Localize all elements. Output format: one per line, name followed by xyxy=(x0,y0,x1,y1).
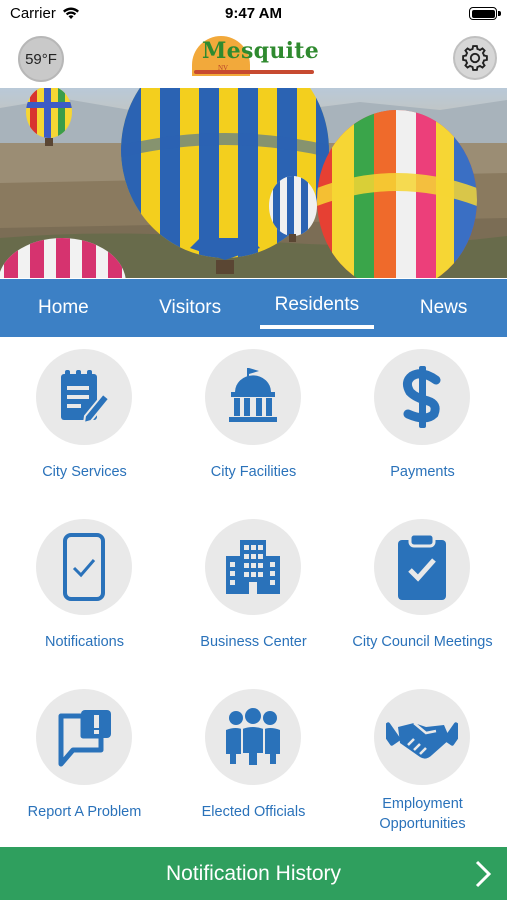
tile-label: Elected Officials xyxy=(201,804,306,820)
tile-icon-circle xyxy=(36,689,132,785)
tile-label: Employment Opportunities xyxy=(379,796,466,832)
tab-home-label: Home xyxy=(38,297,89,318)
gear-icon xyxy=(462,45,488,71)
notification-history-button[interactable]: Notification History xyxy=(0,847,507,900)
tab-visitors-label: Visitors xyxy=(159,297,222,318)
residents-menu-grid: City Services City Facilities Payments N… xyxy=(0,337,507,847)
phone-check-icon xyxy=(63,533,105,601)
tile-payments[interactable]: Payments xyxy=(338,337,507,507)
tile-icon-circle xyxy=(36,349,132,445)
balloon-scene xyxy=(0,88,507,278)
clipboard-check-icon xyxy=(398,532,446,600)
tile-icon-circle xyxy=(205,689,301,785)
tile-label: Business Center xyxy=(200,634,307,650)
logo-sub: NV xyxy=(218,64,229,72)
tile-city-services[interactable]: City Services xyxy=(0,337,169,507)
battery-icon xyxy=(469,7,501,20)
office-building-icon xyxy=(226,540,280,594)
government-building-icon xyxy=(229,368,277,422)
hero-image-balloons xyxy=(0,88,507,278)
tile-icon-circle xyxy=(36,519,132,615)
tile-label: City Services xyxy=(42,464,127,480)
tile-label: Report A Problem xyxy=(27,804,142,820)
tile-report-a-problem[interactable]: Report A Problem xyxy=(0,677,169,847)
tile-notifications[interactable]: Notifications xyxy=(0,507,169,677)
logo-band xyxy=(194,70,314,74)
tile-label: City Facilities xyxy=(210,464,297,480)
tile-icon-circle xyxy=(374,689,470,785)
status-bar: Carrier 9:47 AM xyxy=(0,0,507,28)
tile-elected-officials[interactable]: Elected Officials xyxy=(169,677,338,847)
logo-text: Mesquite xyxy=(202,38,320,64)
chevron-right-icon xyxy=(475,860,492,888)
settings-button[interactable] xyxy=(453,36,497,80)
main-nav-tabs: Home Visitors Residents News xyxy=(0,279,507,337)
app-header: 59°F Mesquite NV xyxy=(0,28,507,88)
tab-residents[interactable]: Residents xyxy=(254,279,381,337)
tile-label: Payments xyxy=(390,464,455,480)
tile-business-center[interactable]: Business Center xyxy=(169,507,338,677)
report-problem-icon xyxy=(58,710,111,767)
tile-employment-opportunities[interactable]: Employment Opportunities xyxy=(338,677,507,847)
tile-icon-circle xyxy=(205,349,301,445)
status-time: 9:47 AM xyxy=(225,5,282,22)
tile-label: Notifications xyxy=(45,634,124,650)
tile-label: City Council Meetings xyxy=(352,634,493,650)
tab-residents-label: Residents xyxy=(274,294,360,315)
people-group-icon xyxy=(226,708,280,767)
notification-history-label: Notification History xyxy=(165,861,342,885)
weather-temperature-button[interactable]: 59°F xyxy=(18,36,64,82)
dollar-sign-icon xyxy=(402,366,441,428)
document-edit-icon xyxy=(61,370,111,425)
tab-visitors[interactable]: Visitors xyxy=(127,279,254,337)
tile-icon-circle xyxy=(374,519,470,615)
mesquite-logo: Mesquite NV xyxy=(188,34,320,80)
tab-home[interactable]: Home xyxy=(0,279,127,337)
tile-icon-circle xyxy=(374,349,470,445)
tile-city-facilities[interactable]: City Facilities xyxy=(169,337,338,507)
tab-news[interactable]: News xyxy=(380,279,507,337)
tile-city-council-meetings[interactable]: City Council Meetings xyxy=(338,507,507,677)
tile-icon-circle xyxy=(205,519,301,615)
tab-news-label: News xyxy=(419,297,468,318)
handshake-icon xyxy=(386,722,458,759)
